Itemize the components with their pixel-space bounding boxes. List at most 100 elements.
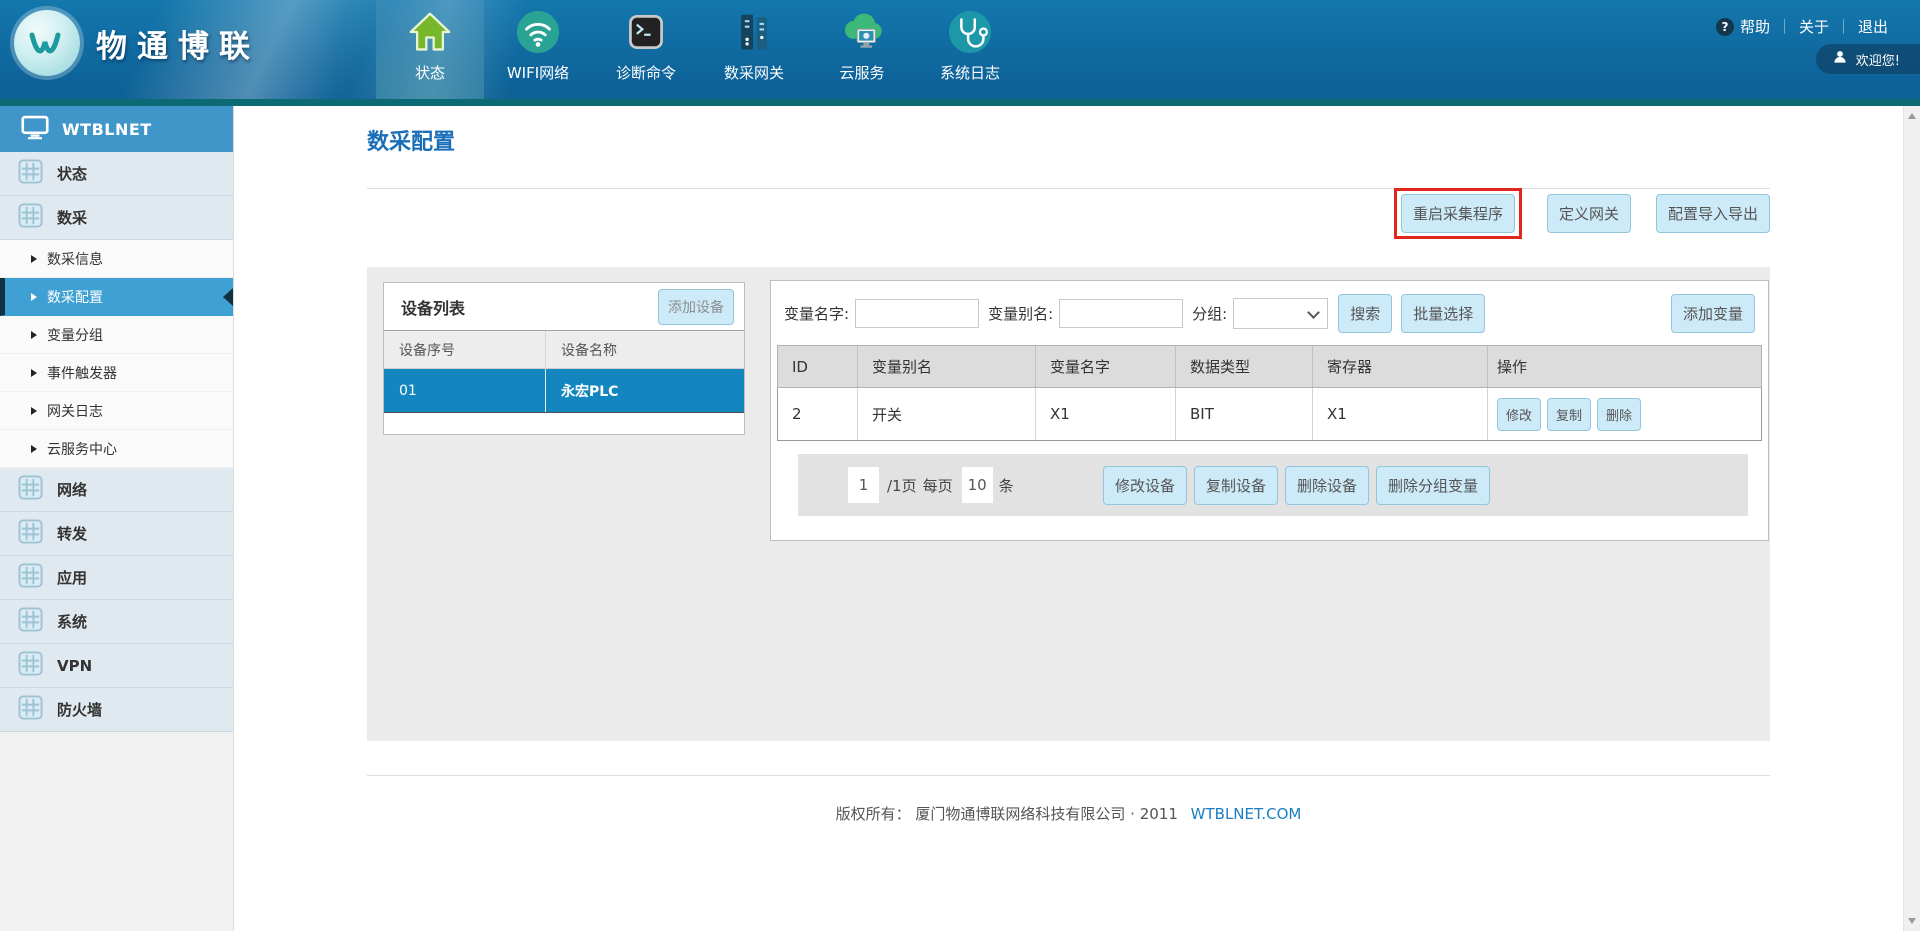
delete-device-button[interactable]: 删除设备: [1285, 466, 1369, 505]
page-number-input[interactable]: [848, 467, 879, 503]
grid-icon: [18, 563, 43, 592]
nav-tab-status[interactable]: 状态: [376, 0, 484, 106]
cell-register: X1: [1313, 388, 1488, 440]
copy-device-button[interactable]: 复制设备: [1194, 466, 1278, 505]
welcome-badge: 欢迎您!: [1816, 44, 1920, 74]
search-button[interactable]: 搜索: [1338, 294, 1392, 333]
help-link[interactable]: ? 帮助: [1716, 16, 1770, 37]
sidebar-item-label: 防火墙: [57, 699, 102, 720]
top-header: 物通博联 状态: [0, 0, 1920, 106]
content-panel: 设备列表 添加设备 设备序号 设备名称 01 永宏PLC 变量名字:: [367, 267, 1770, 741]
about-link[interactable]: 关于: [1799, 16, 1829, 37]
col-register: 寄存器: [1313, 346, 1488, 387]
sidebar-item-system[interactable]: 系统: [0, 600, 233, 644]
variable-alias-input[interactable]: [1059, 299, 1183, 328]
sidebar-item-applications[interactable]: 应用: [0, 556, 233, 600]
copy-variable-button[interactable]: 复制: [1547, 398, 1591, 431]
device-list-panel: 设备列表 添加设备 设备序号 设备名称 01 永宏PLC: [383, 282, 745, 435]
sidebar-item-daq-info[interactable]: 数采信息: [0, 240, 233, 278]
batch-select-button[interactable]: 批量选择: [1401, 294, 1485, 333]
sidebar-item-data-acquisition[interactable]: 数采: [0, 196, 233, 240]
sidebar-header: WTBLNET: [0, 106, 233, 152]
nav-tab-syslog[interactable]: 系统日志: [916, 0, 1024, 106]
cell-id: 2: [778, 388, 858, 440]
modify-device-button[interactable]: 修改设备: [1103, 466, 1187, 505]
scroll-up-arrow-icon[interactable]: [1908, 113, 1916, 119]
caret-right-icon: [31, 255, 37, 263]
group-select[interactable]: [1233, 298, 1328, 329]
sidebar-item-label: 数采信息: [47, 249, 103, 269]
logo-icon: [14, 10, 80, 76]
define-gateway-button[interactable]: 定义网关: [1547, 194, 1631, 233]
group-label: 分组:: [1192, 303, 1227, 324]
config-import-export-button[interactable]: 配置导入导出: [1656, 194, 1770, 233]
nav-tab-wifi[interactable]: WIFI网络: [484, 0, 592, 106]
nav-tab-cloud[interactable]: 云服务: [808, 0, 916, 106]
device-name-column: 设备名称: [546, 340, 617, 360]
delete-group-vars-button[interactable]: 删除分组变量: [1376, 466, 1490, 505]
logout-link-label: 退出: [1858, 16, 1888, 37]
sidebar-item-vpn[interactable]: VPN: [0, 644, 233, 688]
logout-link[interactable]: 退出: [1858, 16, 1888, 37]
add-device-button[interactable]: 添加设备: [658, 289, 734, 325]
restart-button-highlight: 重启采集程序: [1394, 188, 1522, 239]
sidebar-item-cloud-center[interactable]: 云服务中心: [0, 430, 233, 468]
caret-right-icon: [31, 293, 37, 301]
cell-name: X1: [1036, 388, 1176, 440]
sidebar-item-label: 应用: [57, 567, 87, 588]
nav-tab-gateway[interactable]: 数采网关: [700, 0, 808, 106]
active-item-notch: [223, 288, 233, 306]
sidebar-item-gateway-log[interactable]: 网关日志: [0, 392, 233, 430]
grid-icon: [18, 651, 43, 680]
caret-right-icon: [31, 407, 37, 415]
device-table-header: 设备序号 设备名称: [384, 330, 744, 369]
sidebar-item-label: 状态: [57, 163, 87, 184]
sidebar-item-status[interactable]: 状态: [0, 152, 233, 196]
sidebar: WTBLNET 状态 数采 数采信息 数采配置 变量分组 事件触发器: [0, 106, 234, 931]
sidebar-item-forwarding[interactable]: 转发: [0, 512, 233, 556]
sidebar-item-firewall[interactable]: 防火墙: [0, 688, 233, 732]
home-icon: [406, 8, 454, 56]
grid-icon: [18, 607, 43, 636]
nav-tab-label: WIFI网络: [507, 62, 569, 83]
nav-tab-label: 状态: [415, 62, 445, 83]
device-list-header: 设备列表 添加设备: [384, 283, 744, 330]
sidebar-item-label: VPN: [57, 657, 92, 675]
sidebar-item-variable-groups[interactable]: 变量分组: [0, 316, 233, 354]
cell-actions: 修改 复制 删除: [1488, 388, 1761, 440]
footer-link[interactable]: WTBLNET.COM: [1191, 805, 1302, 823]
sidebar-item-event-trigger[interactable]: 事件触发器: [0, 354, 233, 392]
page-total-label: /1页: [887, 475, 917, 496]
add-variable-button[interactable]: 添加变量: [1671, 294, 1755, 333]
variable-panel: 变量名字: 变量别名: 分组: 搜索 批量选择 添加变量 ID: [770, 280, 1769, 541]
variable-name-input[interactable]: [855, 299, 979, 328]
restart-collector-button[interactable]: 重启采集程序: [1401, 194, 1515, 233]
device-serial-cell: 01: [384, 369, 546, 412]
page-title: 数采配置: [367, 124, 455, 156]
sidebar-item-label: 系统: [57, 611, 87, 632]
delete-variable-button[interactable]: 删除: [1597, 398, 1641, 431]
sidebar-item-label: 云服务中心: [47, 439, 117, 459]
device-row-selected[interactable]: 01 永宏PLC: [384, 369, 744, 412]
grid-icon: [18, 695, 43, 724]
per-page-label: 每页: [923, 475, 953, 496]
per-page-input[interactable]: [962, 467, 993, 503]
sidebar-item-daq-config[interactable]: 数采配置: [0, 278, 233, 316]
main-content: 数采配置 重启采集程序 定义网关 配置导入导出 设备列表 添加设备 设备序号 设…: [234, 106, 1903, 931]
main-nav: 状态 WIFI网络: [376, 0, 1024, 106]
nav-tab-diagnostics[interactable]: 诊断命令: [592, 0, 700, 106]
nav-tab-label: 诊断命令: [616, 62, 676, 83]
grid-icon: [18, 159, 43, 188]
cloud-icon: [838, 8, 886, 56]
grid-icon: [18, 519, 43, 548]
sidebar-item-network[interactable]: 网络: [0, 468, 233, 512]
title-divider: [367, 188, 1770, 189]
modify-variable-button[interactable]: 修改: [1497, 398, 1541, 431]
unit-label: 条: [999, 475, 1014, 496]
caret-right-icon: [31, 369, 37, 377]
sidebar-item-label: 网关日志: [47, 401, 103, 421]
col-name: 变量名字: [1036, 346, 1176, 387]
grid-icon: [18, 203, 43, 232]
scroll-down-arrow-icon[interactable]: [1908, 918, 1916, 924]
page-scrollbar[interactable]: [1903, 106, 1920, 931]
